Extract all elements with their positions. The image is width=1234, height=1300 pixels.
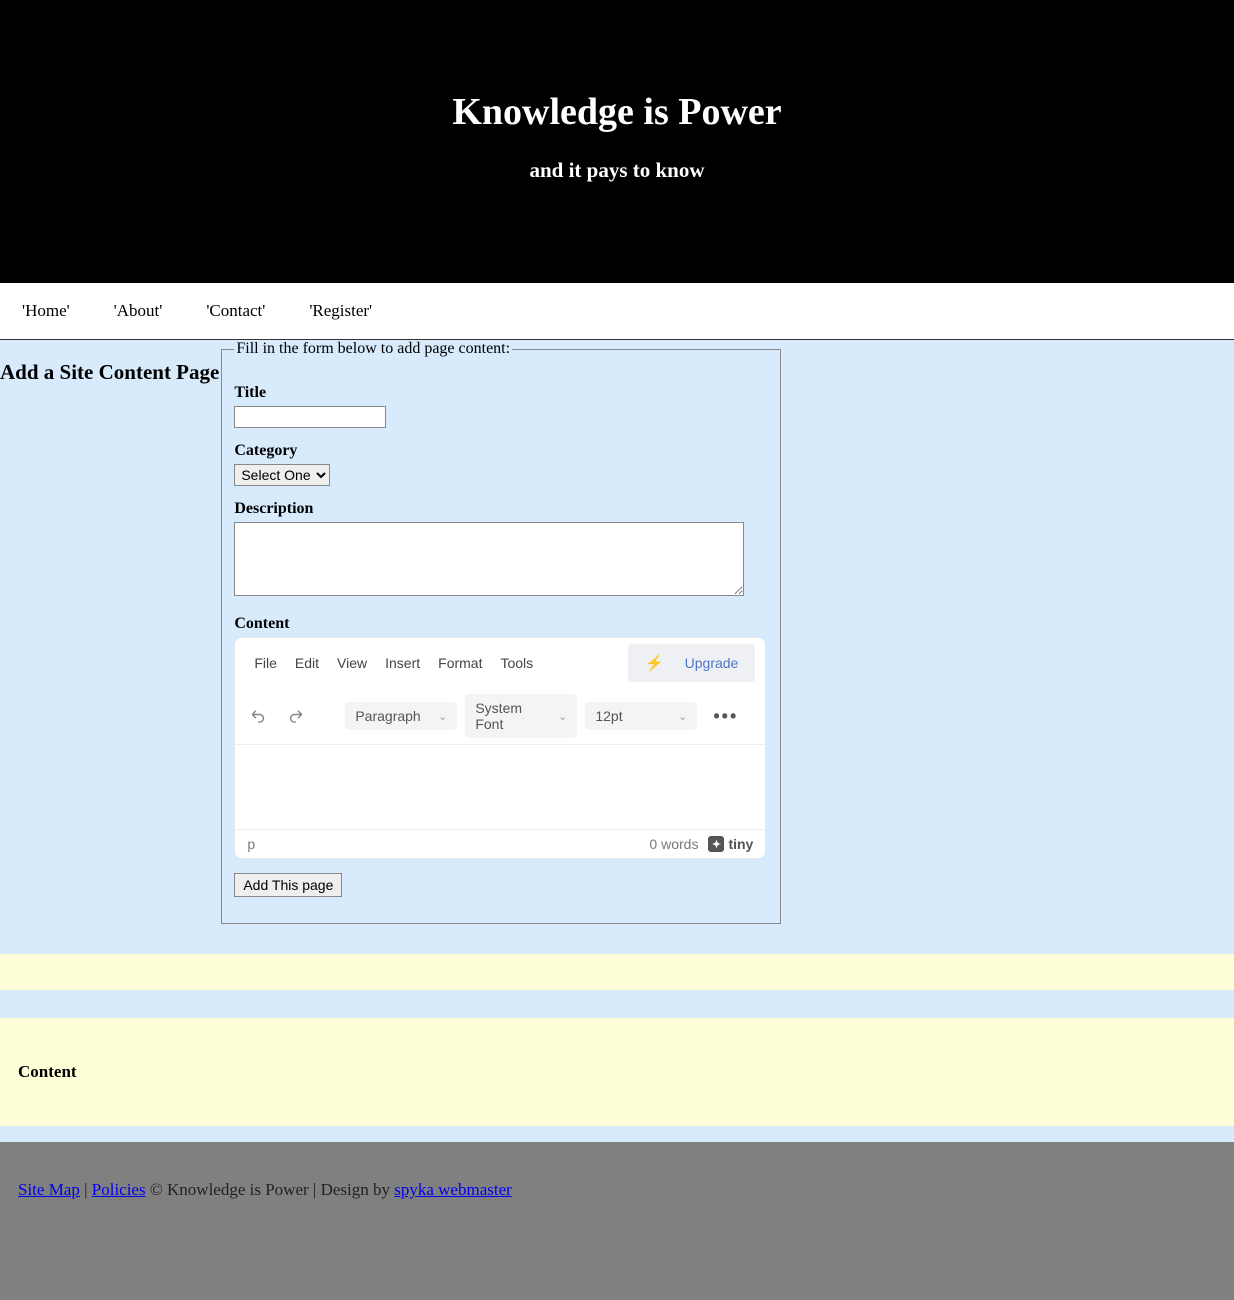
menu-format[interactable]: Format: [429, 649, 491, 677]
footer-copyright: © Knowledge is Power | Design by: [146, 1180, 395, 1199]
redo-icon: [286, 707, 304, 725]
category-label: Category: [234, 442, 768, 460]
chevron-down-icon: ⌄: [678, 710, 687, 723]
editor-toolbar: Paragraph ⌄ System Font ⌄ 12pt ⌄ •••: [235, 688, 765, 745]
content-sidebar: Content: [0, 1018, 1234, 1126]
word-count: 0 words: [649, 836, 698, 852]
nav-home[interactable]: 'Home': [0, 283, 92, 339]
menu-insert[interactable]: Insert: [376, 649, 429, 677]
main-nav: 'Home' 'About' 'Contact' 'Register': [0, 283, 1234, 340]
upgrade-label: Upgrade: [676, 649, 748, 677]
nav-register[interactable]: 'Register': [287, 283, 394, 339]
category-select[interactable]: Select One: [234, 464, 330, 486]
description-textarea[interactable]: [234, 522, 744, 596]
sitemap-link[interactable]: Site Map: [18, 1180, 80, 1199]
font-size-select[interactable]: 12pt ⌄: [585, 702, 697, 730]
chevron-down-icon: ⌄: [438, 710, 447, 723]
description-label: Description: [234, 500, 768, 518]
main-content: Add a Site Content Page Fill in the form…: [0, 340, 1234, 954]
font-family-value: System Font: [475, 700, 548, 732]
block-format-value: Paragraph: [355, 708, 420, 724]
nav-about[interactable]: 'About': [92, 283, 185, 339]
menu-tools[interactable]: Tools: [491, 649, 542, 677]
element-path[interactable]: p: [247, 836, 255, 852]
site-title: Knowledge is Power: [0, 90, 1234, 134]
site-header: Knowledge is Power and it pays to know: [0, 0, 1234, 283]
block-format-select[interactable]: Paragraph ⌄: [345, 702, 457, 730]
editor-menubar: File Edit View Insert Format Tools ⚡ Upg…: [235, 638, 765, 688]
redo-button[interactable]: [281, 702, 309, 730]
menu-file[interactable]: File: [245, 649, 286, 677]
title-input[interactable]: [234, 406, 386, 428]
font-size-value: 12pt: [595, 708, 622, 724]
upgrade-button[interactable]: ⚡ Upgrade: [628, 644, 755, 682]
gap: [0, 990, 1234, 1018]
content-label: Content: [234, 615, 768, 633]
page-title: Add a Site Content Page: [0, 340, 221, 385]
add-page-fieldset: Fill in the form below to add page conte…: [221, 340, 781, 924]
tiny-brand[interactable]: ✦ tiny: [708, 836, 753, 852]
content-heading: Content: [18, 1062, 1216, 1082]
gap: [0, 1126, 1234, 1142]
add-page-button[interactable]: Add This page: [234, 873, 342, 897]
undo-icon: [250, 707, 268, 725]
menu-view[interactable]: View: [328, 649, 376, 677]
rich-text-editor: File Edit View Insert Format Tools ⚡ Upg…: [234, 637, 766, 859]
undo-button[interactable]: [245, 702, 273, 730]
tiny-icon: ✦: [708, 836, 724, 852]
policies-link[interactable]: Policies: [92, 1180, 146, 1199]
font-family-select[interactable]: System Font ⌄: [465, 694, 577, 738]
site-subtitle: and it pays to know: [0, 158, 1234, 183]
chevron-down-icon: ⌄: [558, 710, 567, 723]
menu-edit[interactable]: Edit: [286, 649, 328, 677]
editor-statusbar: p 0 words ✦ tiny: [235, 829, 765, 858]
editor-canvas[interactable]: [235, 745, 765, 829]
footer-sep: |: [80, 1180, 92, 1199]
yellow-strip: [0, 954, 1234, 990]
nav-contact[interactable]: 'Contact': [184, 283, 287, 339]
title-label: Title: [234, 384, 768, 402]
bolt-icon: ⚡: [636, 648, 673, 678]
designer-link[interactable]: spyka webmaster: [394, 1180, 512, 1199]
tiny-label: tiny: [728, 836, 753, 852]
form-legend: Fill in the form below to add page conte…: [234, 340, 512, 358]
site-footer: Site Map | Policies © Knowledge is Power…: [0, 1142, 1234, 1300]
more-toolbar-button[interactable]: •••: [705, 706, 746, 727]
